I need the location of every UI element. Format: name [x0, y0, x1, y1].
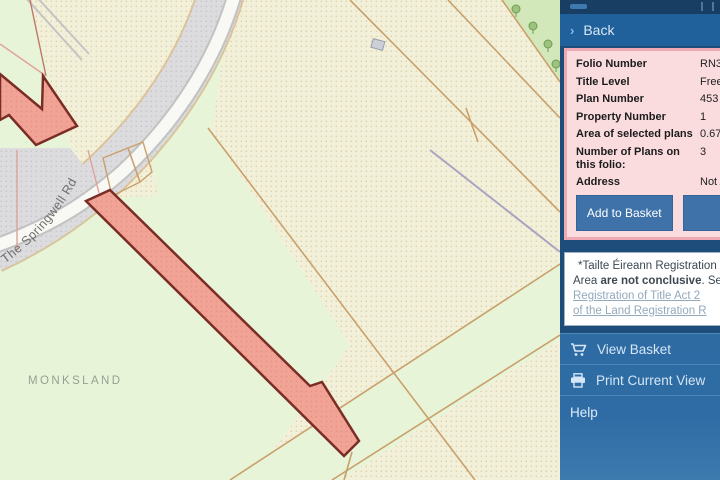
- table-row: Plan Number 453: [576, 93, 720, 106]
- townland-label: MONKSLAND: [28, 375, 122, 387]
- secondary-basket-button[interactable]: [683, 195, 720, 231]
- map-canvas[interactable]: The Springwell Rd MONKSLAND: [0, 0, 560, 480]
- print-current-view-button[interactable]: Print Current View: [560, 365, 720, 396]
- table-row: Folio Number RN38: [576, 58, 720, 71]
- help-link[interactable]: Help: [560, 396, 720, 420]
- back-button[interactable]: › Back: [560, 14, 720, 47]
- table-row: Property Number 1: [576, 111, 720, 124]
- title-act-link[interactable]: Registration of Title Act 2: [573, 290, 700, 302]
- disclaimer-line: Area are not conclusive. See: [573, 274, 720, 289]
- view-basket-label: View Basket: [597, 342, 671, 357]
- disclaimer-panel: *Tailte Éireann Registration B Area are …: [564, 252, 720, 326]
- table-row: Title Level Freeh: [576, 76, 720, 89]
- folio-info-panel: Folio Number RN38 Title Level Freeh Plan…: [564, 48, 720, 240]
- printer-icon: [570, 373, 586, 388]
- land-registry-map[interactable]: The Springwell Rd MONKSLAND: [0, 0, 560, 480]
- disclaimer-line: *Tailte Éireann Registration B: [573, 259, 720, 274]
- sidebar-lower-menu: View Basket Print Current View Help daft…: [560, 333, 720, 480]
- table-row: Number of Plans on this folio: 3: [576, 146, 720, 172]
- view-basket-button[interactable]: View Basket: [560, 334, 720, 365]
- sidebar-top-strip: [560, 0, 720, 14]
- top-strip-mark: [701, 2, 703, 11]
- table-row: Area of selected plans 0.67: [576, 128, 720, 141]
- top-strip-dash: [570, 4, 587, 9]
- basket-icon: [570, 342, 587, 357]
- back-label: Back: [583, 22, 614, 38]
- land-registration-link[interactable]: of the Land Registration R: [573, 305, 707, 317]
- app-window: The Springwell Rd MONKSLAND › Back Folio…: [0, 0, 720, 480]
- print-current-view-label: Print Current View: [596, 373, 705, 388]
- add-to-basket-button[interactable]: Add to Basket: [576, 195, 673, 231]
- table-row: Address Not A: [576, 176, 720, 189]
- top-strip-mark: [712, 2, 714, 11]
- chevron-right-icon: ›: [570, 23, 574, 38]
- sidebar: › Back Folio Number RN38 Title Level Fre…: [560, 0, 720, 480]
